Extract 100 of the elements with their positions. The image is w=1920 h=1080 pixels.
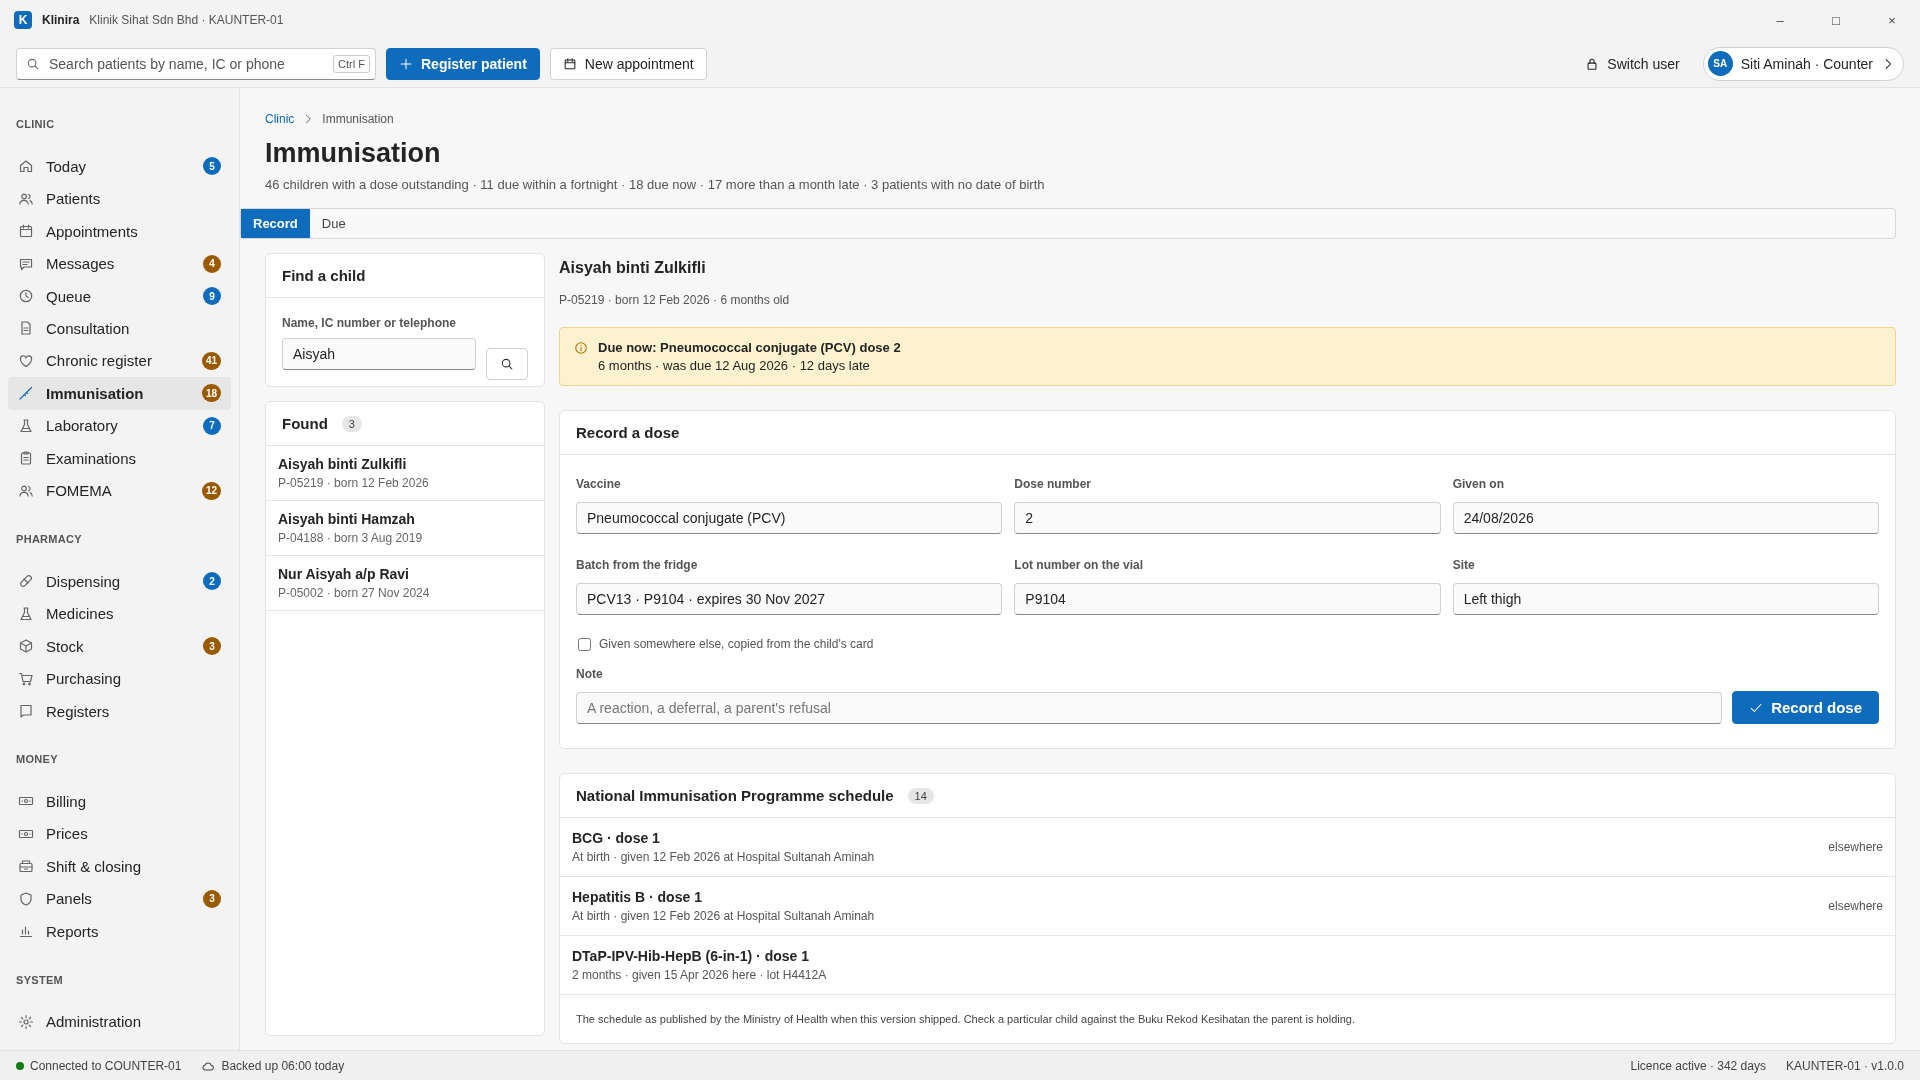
dose-detail: At birth · given 12 Feb 2026 at Hospital Sultanah Aminah bbox=[572, 909, 875, 923]
app-logo: K bbox=[14, 11, 32, 29]
card-title: Find a child bbox=[266, 254, 544, 298]
app-name: Klinira bbox=[42, 13, 80, 27]
tab[interactable]: Record bbox=[241, 209, 310, 238]
sidebar-item[interactable]: Reports bbox=[8, 915, 231, 948]
sidebar-item[interactable]: Immunisation 18 bbox=[8, 377, 231, 410]
page-title: Immunisation bbox=[265, 138, 442, 169]
text-field[interactable]: 24/08/2026 bbox=[1452, 502, 1879, 534]
count-badge: 4 bbox=[203, 254, 221, 273]
sidebar-item[interactable]: Administration bbox=[8, 1005, 231, 1038]
sidebar-item[interactable]: Registers bbox=[8, 694, 231, 728]
search-icon bbox=[500, 357, 514, 371]
sidebar-item[interactable]: Patients bbox=[8, 182, 231, 215]
sidebar-item[interactable]: Examinations bbox=[8, 442, 231, 475]
calendar-icon bbox=[562, 56, 577, 71]
sidebar-item[interactable]: Medicines bbox=[8, 597, 231, 630]
field-label: Name, IC number or telephone bbox=[282, 316, 458, 330]
patient-meta: P-04188 · born 3 Aug 2019 bbox=[278, 531, 424, 545]
register-patient-button[interactable]: Register patient bbox=[386, 47, 540, 80]
dose-title: DTaP-IPV-Hib-HepB (6-in-1) · dose 1 bbox=[572, 948, 810, 964]
card-title: National Immunisation Programme schedule bbox=[576, 787, 894, 804]
footnote: The schedule as published by the Ministry of Health when this version shipped. Check a particular child against the Buku Rekod Kesihatan the parent is holding. bbox=[575, 1012, 1356, 1027]
field-label: Vaccine bbox=[576, 477, 622, 491]
text-field[interactable]: P9104 bbox=[1014, 583, 1441, 615]
field-label: Note bbox=[576, 667, 604, 681]
sidebar-item[interactable]: Consultation bbox=[8, 312, 231, 345]
sidebar-item[interactable]: Purchasing bbox=[8, 662, 231, 695]
switch-user-button[interactable]: Switch user bbox=[1572, 47, 1693, 80]
count-badge: 3 bbox=[341, 415, 362, 432]
count-badge: 12 bbox=[201, 481, 221, 500]
section-heading: PHARMACY bbox=[15, 532, 83, 547]
sidebar-item[interactable]: Chronic register 41 bbox=[8, 344, 231, 378]
search-button[interactable] bbox=[486, 348, 528, 380]
field-label: Dose number bbox=[1014, 477, 1092, 491]
patient-name: Aisyah binti Zulkifli bbox=[559, 259, 707, 277]
user-menu-button[interactable]: SA Siti Aminah · Counter bbox=[1702, 46, 1904, 81]
sidebar-item[interactable]: Shift & closing bbox=[8, 850, 231, 883]
minimize-button[interactable]: – bbox=[1752, 0, 1808, 40]
gear-icon bbox=[18, 1013, 34, 1030]
note-field[interactable]: A reaction, a deferral, a parent's refusal bbox=[576, 692, 1723, 724]
calendar-icon bbox=[18, 223, 34, 240]
shield-icon bbox=[18, 890, 34, 907]
dose-detail: At birth · given 12 Feb 2026 at Hospital Sultanah Aminah bbox=[572, 850, 875, 864]
text-field[interactable]: Left thigh bbox=[1452, 583, 1879, 615]
patient-name[interactable]: Aisyah binti Hamzah bbox=[278, 511, 532, 527]
sidebar-item[interactable]: Stock 3 bbox=[8, 629, 231, 663]
field-label: Batch from the fridge bbox=[576, 558, 699, 572]
clipboard-icon bbox=[18, 450, 34, 467]
backup-status: Backed up 06:00 today bbox=[221, 1058, 345, 1073]
info-icon bbox=[574, 341, 588, 355]
sidebar-item[interactable]: Prices bbox=[8, 817, 231, 851]
sidebar-item[interactable]: Today 5 bbox=[8, 150, 231, 183]
sidebar-item[interactable]: Laboratory 7 bbox=[8, 409, 231, 443]
section-heading: CLINIC bbox=[15, 117, 56, 132]
plus-icon bbox=[399, 56, 413, 71]
bar-chart-icon bbox=[18, 923, 34, 940]
patient-name[interactable]: Nur Aisyah a/p Ravi bbox=[278, 566, 532, 582]
clock-icon bbox=[18, 288, 34, 305]
count-badge: 2 bbox=[203, 572, 221, 591]
text-field[interactable]: Pneumococcal conjugate (PCV) bbox=[576, 502, 1003, 534]
home-icon bbox=[18, 158, 34, 175]
licence-status: Licence active · 342 days bbox=[1630, 1058, 1766, 1073]
dose-title: BCG · dose 1 bbox=[572, 830, 661, 846]
dose-detail: 2 months · given 15 Apr 2026 here · lot H4412A bbox=[572, 968, 827, 982]
close-button[interactable]: × bbox=[1864, 0, 1920, 40]
count-badge: 3 bbox=[203, 889, 221, 908]
record-dose-button[interactable]: Record dose bbox=[1732, 691, 1879, 724]
text-field[interactable]: PCV13 · P9104 · expires 30 Nov 2027 bbox=[576, 583, 1003, 615]
tab[interactable]: Due bbox=[309, 209, 358, 238]
dose-tag: elsewhere bbox=[1828, 840, 1883, 854]
sidebar-item[interactable]: Dispensing 2 bbox=[8, 565, 231, 598]
count-badge: 7 bbox=[203, 416, 221, 435]
sidebar-item[interactable]: Panels 3 bbox=[8, 882, 231, 916]
sidebar-item[interactable]: Queue 9 bbox=[8, 279, 231, 313]
sidebar-item[interactable]: Appointments bbox=[8, 214, 231, 248]
alert-detail: 6 months · was due 12 Aug 2026 · 12 days late bbox=[598, 358, 871, 373]
sidebar-item[interactable]: Messages 4 bbox=[8, 247, 231, 280]
heart-icon bbox=[18, 352, 34, 369]
document-icon bbox=[18, 320, 34, 337]
avatar: SA bbox=[1707, 51, 1733, 76]
page-summary: 46 children with a dose outstanding · 11 due within a fortnight · 18 due now · 17 more than a month late · 3 patients with no date of birth bbox=[264, 177, 1046, 192]
count-badge: 41 bbox=[201, 351, 221, 370]
maximize-button[interactable]: □ bbox=[1808, 0, 1864, 40]
alert-title: Due now: Pneumococcal conjugate (PCV) dose 2 bbox=[598, 340, 901, 355]
sidebar-item[interactable]: FOMEMA 12 bbox=[8, 474, 231, 507]
patient-name[interactable]: Aisyah binti Zulkifli bbox=[278, 456, 532, 472]
checkbox[interactable] bbox=[578, 637, 591, 651]
new-appointment-button[interactable]: New appointment bbox=[549, 47, 707, 80]
patient-meta: P-05219 · born 12 Feb 2026 · 6 months old bbox=[559, 293, 791, 307]
section-heading: MONEY bbox=[15, 752, 59, 768]
sidebar-item[interactable]: Billing bbox=[8, 785, 231, 818]
patient-meta: P-05219 · born 12 Feb 2026 bbox=[278, 476, 430, 490]
name-field[interactable]: Aisyah bbox=[282, 338, 476, 370]
dose-tag: elsewhere bbox=[1828, 899, 1883, 913]
text-field[interactable]: 2 bbox=[1014, 502, 1441, 534]
section-heading: SYSTEM bbox=[15, 972, 65, 988]
status-dot-icon bbox=[16, 1061, 24, 1070]
field-label: Lot number on the vial bbox=[1014, 558, 1144, 572]
breadcrumb-link[interactable]: Clinic bbox=[265, 112, 295, 126]
